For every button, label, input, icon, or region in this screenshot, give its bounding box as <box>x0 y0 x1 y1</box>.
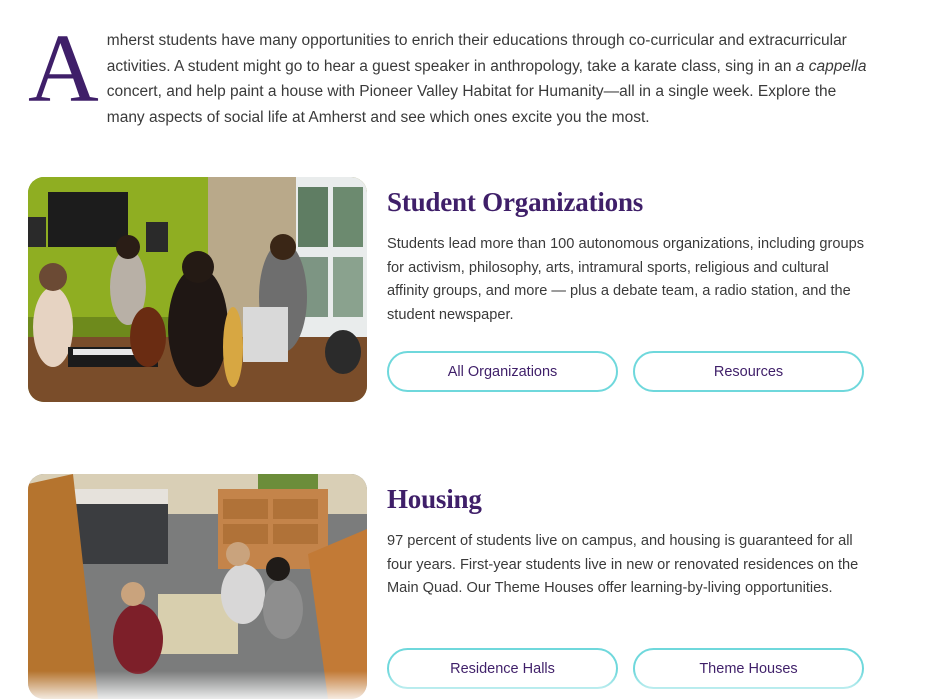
student-organizations-photo <box>28 177 367 402</box>
student-organizations-heading: Student Organizations <box>387 187 644 217</box>
student-organizations-content: Student Organizations Students lead more… <box>387 177 877 392</box>
resources-button[interactable]: Resources <box>633 351 864 392</box>
housing-description: 97 percent of students live on campus, a… <box>387 533 859 596</box>
intro-paragraph: A mherst students have many opportunitie… <box>28 15 878 130</box>
intro-text-after: concert, and help paint a house with Pio… <box>106 83 837 126</box>
intro-text-before: mherst students have many opportunities … <box>106 32 847 75</box>
section-housing: Housing 97 percent of students live on c… <box>28 474 888 699</box>
housing-content: Housing 97 percent of students live on c… <box>387 474 877 689</box>
all-organizations-button[interactable]: All Organizations <box>387 351 618 392</box>
theme-houses-button[interactable]: Theme Houses <box>633 648 864 689</box>
housing-heading: Housing <box>387 484 482 514</box>
student-organizations-description: Students lead more than 100 autonomous o… <box>387 236 865 323</box>
housing-buttons: Residence Halls Theme Houses <box>387 648 864 689</box>
housing-photo <box>28 474 367 699</box>
section-student-organizations: Student Organizations Students lead more… <box>28 177 888 407</box>
intro-text-italic: a cappella <box>795 57 867 75</box>
drop-cap: A <box>28 15 99 123</box>
student-organizations-buttons: All Organizations Resources <box>387 351 864 392</box>
residence-halls-button[interactable]: Residence Halls <box>387 648 618 689</box>
